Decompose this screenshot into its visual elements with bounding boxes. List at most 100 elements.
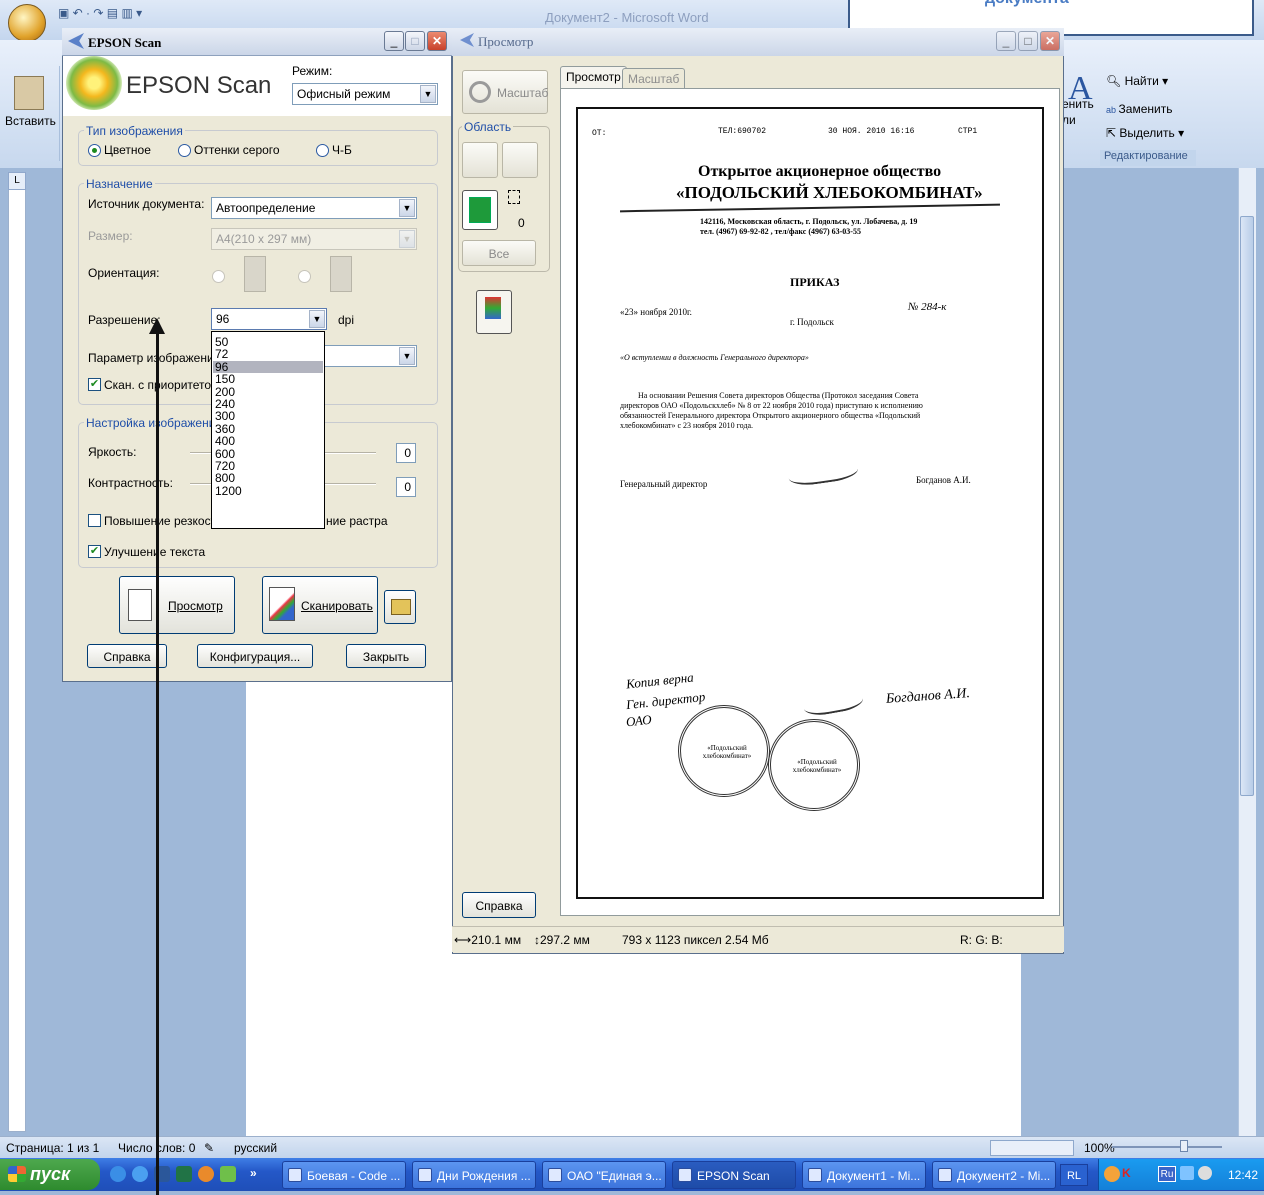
radio-grayscale[interactable] bbox=[178, 144, 191, 157]
browser-icon[interactable] bbox=[132, 1166, 148, 1182]
document-preview-icon bbox=[485, 297, 501, 319]
scan-button[interactable]: Сканировать bbox=[262, 576, 378, 634]
radio-bw[interactable] bbox=[316, 144, 329, 157]
replace-button[interactable]: ab Заменить bbox=[1106, 102, 1172, 116]
config-button[interactable]: Конфигурация... bbox=[197, 644, 313, 668]
paste-group[interactable]: Вставить bbox=[0, 66, 60, 161]
source-select[interactable]: Автоопределение ▼ bbox=[211, 197, 417, 219]
resolution-option[interactable]: 50 bbox=[215, 336, 228, 348]
scrollbar-thumb[interactable] bbox=[1240, 216, 1254, 796]
resolution-option[interactable]: 240 bbox=[215, 398, 235, 410]
maximize-button[interactable]: □ bbox=[405, 31, 425, 51]
preview-button[interactable]: Просмотр bbox=[119, 576, 235, 634]
taskbar-app-icon bbox=[548, 1168, 562, 1182]
resolution-dropdown-list[interactable]: 50 72 96 150 200 240 300 360 400 600 720 800 1200 bbox=[211, 331, 325, 529]
close-dialog-button[interactable]: Закрыть bbox=[346, 644, 426, 668]
annotation-arrow-line bbox=[156, 330, 159, 1195]
scanned-document[interactable]: ОТ: ТЕЛ:690702 30 НОЯ. 2010 16:16 СТР1 О… bbox=[576, 107, 1044, 899]
taskbar-item[interactable]: Дни Рождения ... bbox=[412, 1161, 536, 1189]
quick-access-toolbar[interactable]: ▣ ↶ · ↷ ▤ ▥ ▾ bbox=[58, 6, 218, 22]
minimize-button[interactable]: _ bbox=[384, 31, 404, 51]
tab-zoom[interactable]: Масштаб bbox=[622, 68, 686, 88]
resolution-option[interactable]: 1200 bbox=[215, 485, 242, 497]
all-button[interactable]: Все bbox=[462, 240, 536, 266]
resolution-option[interactable]: 72 bbox=[215, 348, 228, 360]
tab-preview[interactable]: Просмотр bbox=[560, 66, 627, 88]
network-icon[interactable] bbox=[1180, 1166, 1194, 1180]
preview-minimize-button[interactable]: _ bbox=[996, 31, 1016, 51]
resolution-option[interactable]: 96 bbox=[213, 360, 323, 373]
orientation-landscape-radio[interactable] bbox=[298, 270, 311, 283]
paste-icon bbox=[14, 76, 44, 110]
resolution-option[interactable]: 360 bbox=[215, 423, 235, 435]
change-styles-partial[interactable]: енить ли bbox=[1062, 96, 1094, 128]
orientation-portrait-radio[interactable] bbox=[212, 270, 225, 283]
thumbnail-button[interactable] bbox=[476, 290, 512, 334]
preview-titlebar[interactable] bbox=[452, 28, 1064, 56]
resolution-option[interactable]: 800 bbox=[215, 472, 235, 484]
zoom-slider[interactable] bbox=[1112, 1146, 1222, 1148]
marquee-frame-icon bbox=[508, 190, 520, 204]
taskbar-item[interactable]: ОАО "Единая э... bbox=[542, 1161, 666, 1189]
resolution-option[interactable]: 150 bbox=[215, 373, 235, 385]
taskbar-item[interactable]: EPSON Scan bbox=[672, 1161, 796, 1189]
preview-maximize-button[interactable]: □ bbox=[1018, 31, 1038, 51]
tab-selector[interactable]: L bbox=[8, 172, 26, 190]
spelling-icon[interactable]: ✎ bbox=[204, 1141, 214, 1155]
app-icon[interactable] bbox=[198, 1166, 214, 1182]
resolution-option[interactable]: 400 bbox=[215, 435, 235, 447]
radio-grayscale-label: Оттенки серого bbox=[194, 143, 280, 157]
app-icon-2[interactable] bbox=[220, 1166, 236, 1182]
zoom-tool-button[interactable]: Масштаб bbox=[462, 70, 548, 114]
taskbar-item[interactable]: Документ1 - Mi... bbox=[802, 1161, 926, 1189]
signer-name: Богданов А.И. bbox=[916, 475, 971, 485]
marquee-tool-button[interactable] bbox=[462, 190, 498, 230]
excel-icon[interactable] bbox=[176, 1166, 192, 1182]
page-count[interactable]: Страница: 1 из 1 bbox=[6, 1141, 99, 1155]
mode-select[interactable]: Офисный режим ▼ bbox=[292, 83, 438, 105]
zoom-level[interactable]: 100% bbox=[1084, 1141, 1115, 1155]
preview-close-button[interactable]: ✕ bbox=[1040, 31, 1060, 51]
resolution-option[interactable]: 600 bbox=[215, 448, 235, 460]
resolution-option[interactable]: 720 bbox=[215, 460, 235, 472]
ie-icon[interactable] bbox=[110, 1166, 126, 1182]
view-buttons[interactable] bbox=[990, 1140, 1074, 1156]
text-enhance-checkbox[interactable]: ✔ bbox=[88, 545, 101, 558]
tray-app-icon[interactable] bbox=[1104, 1166, 1120, 1182]
folder-button[interactable] bbox=[384, 590, 416, 624]
language-bar[interactable]: RL bbox=[1060, 1164, 1088, 1186]
signer-title: Генеральный директор bbox=[620, 479, 708, 489]
antivirus-icon[interactable]: K bbox=[1122, 1166, 1138, 1182]
priority-scan-checkbox[interactable]: ✔ bbox=[88, 378, 101, 391]
taskbar-item-label: Дни Рождения ... bbox=[437, 1169, 531, 1183]
sharpen-checkbox[interactable] bbox=[88, 514, 101, 527]
office-button[interactable] bbox=[8, 4, 46, 42]
epson-title: EPSON Scan bbox=[88, 35, 162, 50]
size-select[interactable]: A4(210 x 297 мм) ▼ bbox=[211, 228, 417, 250]
contrast-value[interactable]: 0 bbox=[396, 477, 416, 497]
volume-icon[interactable] bbox=[1198, 1166, 1212, 1180]
input-lang-icon[interactable]: Ru bbox=[1158, 1166, 1176, 1182]
help-button[interactable]: Справка bbox=[87, 644, 167, 668]
find-button[interactable]: 🔍︎ Найти ▾ bbox=[1106, 74, 1168, 88]
mode-value: Офисный режим bbox=[297, 87, 391, 101]
delete-marquee-button[interactable] bbox=[502, 142, 538, 178]
change-styles-label-2: ли bbox=[1062, 113, 1076, 127]
radio-color[interactable] bbox=[88, 144, 101, 157]
preview-help-button[interactable]: Справка bbox=[462, 892, 536, 918]
order-city: г. Подольск bbox=[790, 317, 834, 327]
resolution-select[interactable]: 96 ▼ bbox=[211, 308, 327, 330]
language-indicator[interactable]: русский bbox=[234, 1141, 277, 1155]
clock[interactable]: 12:42 bbox=[1228, 1168, 1258, 1182]
brightness-value[interactable]: 0 bbox=[396, 443, 416, 463]
zoom-slider-thumb[interactable] bbox=[1180, 1140, 1188, 1152]
taskbar-item[interactable]: Боевая - Code ... bbox=[282, 1161, 406, 1189]
select-button[interactable]: ⇱ Выделить ▾ bbox=[1106, 126, 1184, 140]
find-label: Найти bbox=[1124, 74, 1159, 88]
resolution-option[interactable]: 200 bbox=[215, 386, 235, 398]
auto-locate-button[interactable] bbox=[462, 142, 498, 178]
close-button[interactable]: ✕ bbox=[427, 31, 447, 51]
resolution-option[interactable]: 300 bbox=[215, 410, 235, 422]
chevron-right-icon[interactable]: » bbox=[250, 1166, 266, 1182]
taskbar-item[interactable]: Документ2 - Mi... bbox=[932, 1161, 1056, 1189]
